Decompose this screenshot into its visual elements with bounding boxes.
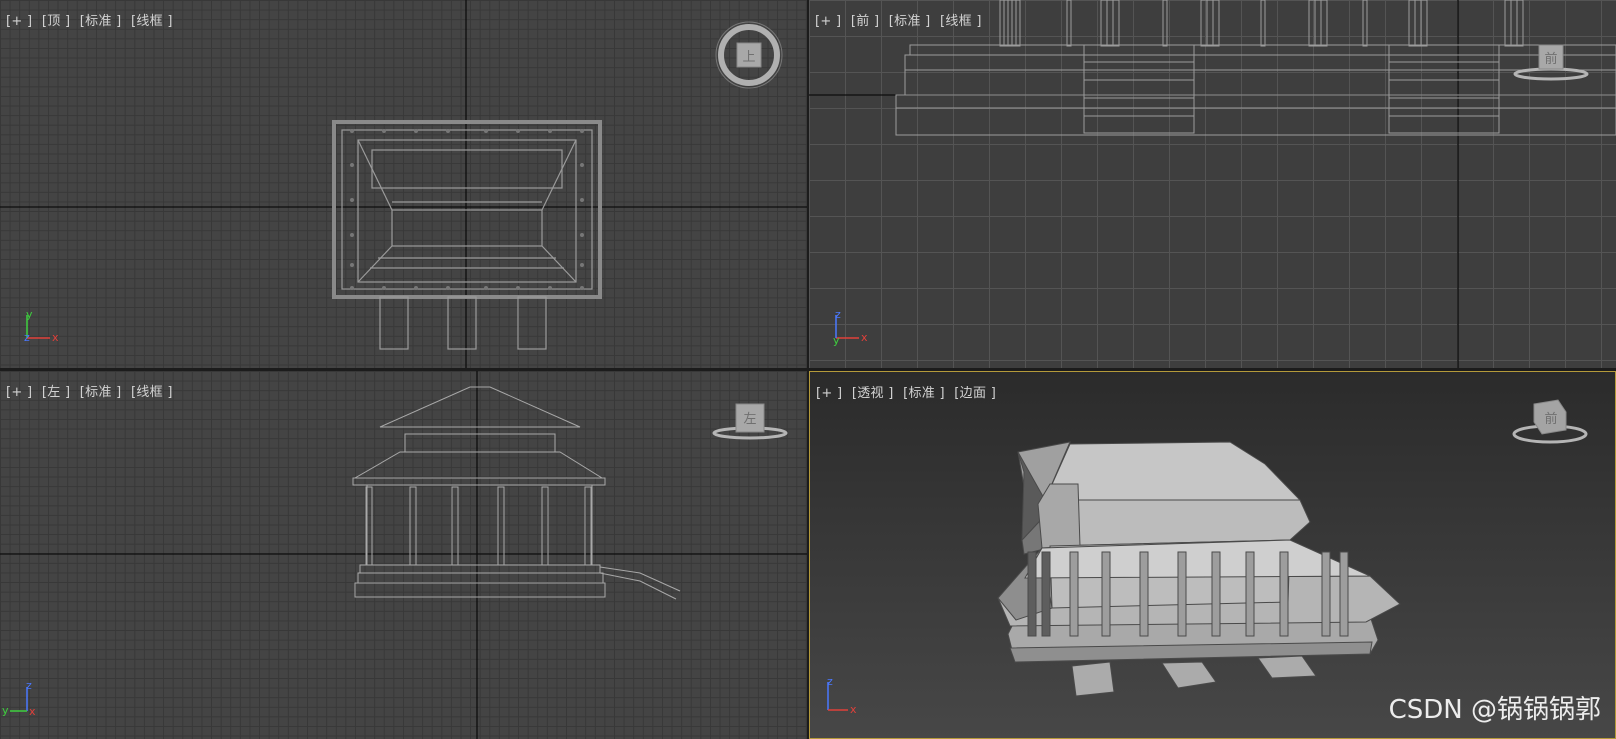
front-elevation-wireframe (895, 0, 1616, 136)
viewport-left-shading-menu[interactable]: 标准 (80, 385, 122, 400)
perspective-scene: 前 z x (827, 399, 1588, 716)
viewport-top-plus-menu[interactable]: + (6, 14, 32, 29)
axis-y-label: y (833, 334, 840, 347)
axis-z-label: z (827, 675, 833, 688)
viewport-top-display-menu[interactable]: 线框 (131, 14, 173, 29)
axis-tripod-perspective: z x (827, 675, 857, 716)
axis-tripod-top: y x z (24, 308, 59, 344)
axis-x-label: x (52, 331, 59, 344)
axis-x-label: x (850, 703, 857, 716)
viewcube-left-label: 左 (743, 412, 756, 427)
left-view-scene: 左 z y x (0, 371, 807, 739)
viewport-left[interactable]: + 左 标准 线框 左 z y (0, 371, 807, 739)
viewport-top-shading-menu[interactable]: 标准 (80, 14, 122, 29)
viewport-top-menu[interactable]: + 顶 标准 线框 (6, 10, 178, 29)
viewport-front-plus-menu[interactable]: + (815, 14, 841, 29)
viewport-top[interactable]: + 顶 标准 线框 (0, 0, 807, 368)
viewport-perspective-view-menu[interactable]: 透视 (852, 386, 894, 401)
top-plan-wireframe (332, 120, 602, 350)
viewport-front-view-menu[interactable]: 前 (851, 14, 880, 29)
csdn-watermark: CSDN @锅锅锅郭 (1388, 695, 1601, 725)
temple-model (997, 441, 1401, 697)
viewcube-perspective[interactable]: 前 (1512, 399, 1588, 444)
viewport-front-display-menu[interactable]: 线框 (940, 14, 982, 29)
axis-tripod-front: z x y (833, 308, 868, 347)
axis-tripod-left: z y x (2, 679, 36, 718)
front-columns (999, 0, 1524, 47)
viewport-front[interactable]: + 前 标准 线框 (809, 0, 1616, 368)
viewport-left-menu[interactable]: + 左 标准 线框 (6, 381, 178, 400)
axis-z-label: z (24, 331, 30, 344)
viewcube-front-label: 前 (1544, 51, 1557, 67)
viewport-perspective[interactable]: + 透视 标准 边面 (809, 371, 1616, 739)
viewcube-top-label: 上 (742, 50, 755, 65)
axis-y-label: y (2, 704, 9, 717)
viewport-separator-horizontal[interactable] (0, 368, 1616, 371)
top-view-scene: 上 y x z (0, 0, 807, 368)
axis-y-label: y (26, 308, 33, 321)
viewport-front-shading-menu[interactable]: 标准 (889, 14, 931, 29)
viewport-perspective-shading-menu[interactable]: 标准 (903, 386, 945, 401)
viewport-left-display-menu[interactable]: 线框 (131, 385, 173, 400)
axis-z-label: z (835, 308, 841, 321)
viewport-perspective-menu[interactable]: + 透视 标准 边面 (816, 382, 1001, 401)
viewcube-perspective-label: 前 (1544, 411, 1557, 427)
viewcube-left[interactable]: 左 (712, 403, 788, 440)
front-view-scene: 前 z x y (809, 0, 1616, 368)
viewport-top-view-menu[interactable]: 顶 (42, 14, 71, 29)
viewport-left-plus-menu[interactable]: + (6, 385, 32, 400)
viewport-front-menu[interactable]: + 前 标准 线框 (815, 10, 987, 29)
viewcube-top[interactable]: 上 (715, 21, 783, 89)
viewport-left-view-menu[interactable]: 左 (42, 385, 71, 400)
left-elevation-wireframe (352, 386, 681, 600)
viewport-perspective-display-menu[interactable]: 边面 (954, 386, 996, 401)
viewport-perspective-plus-menu[interactable]: + (816, 386, 842, 401)
viewcube-front[interactable]: 前 (1513, 44, 1589, 81)
axis-x-label: x (861, 331, 868, 344)
axis-z-label: z (26, 679, 32, 692)
axis-x-label: x (29, 705, 36, 718)
